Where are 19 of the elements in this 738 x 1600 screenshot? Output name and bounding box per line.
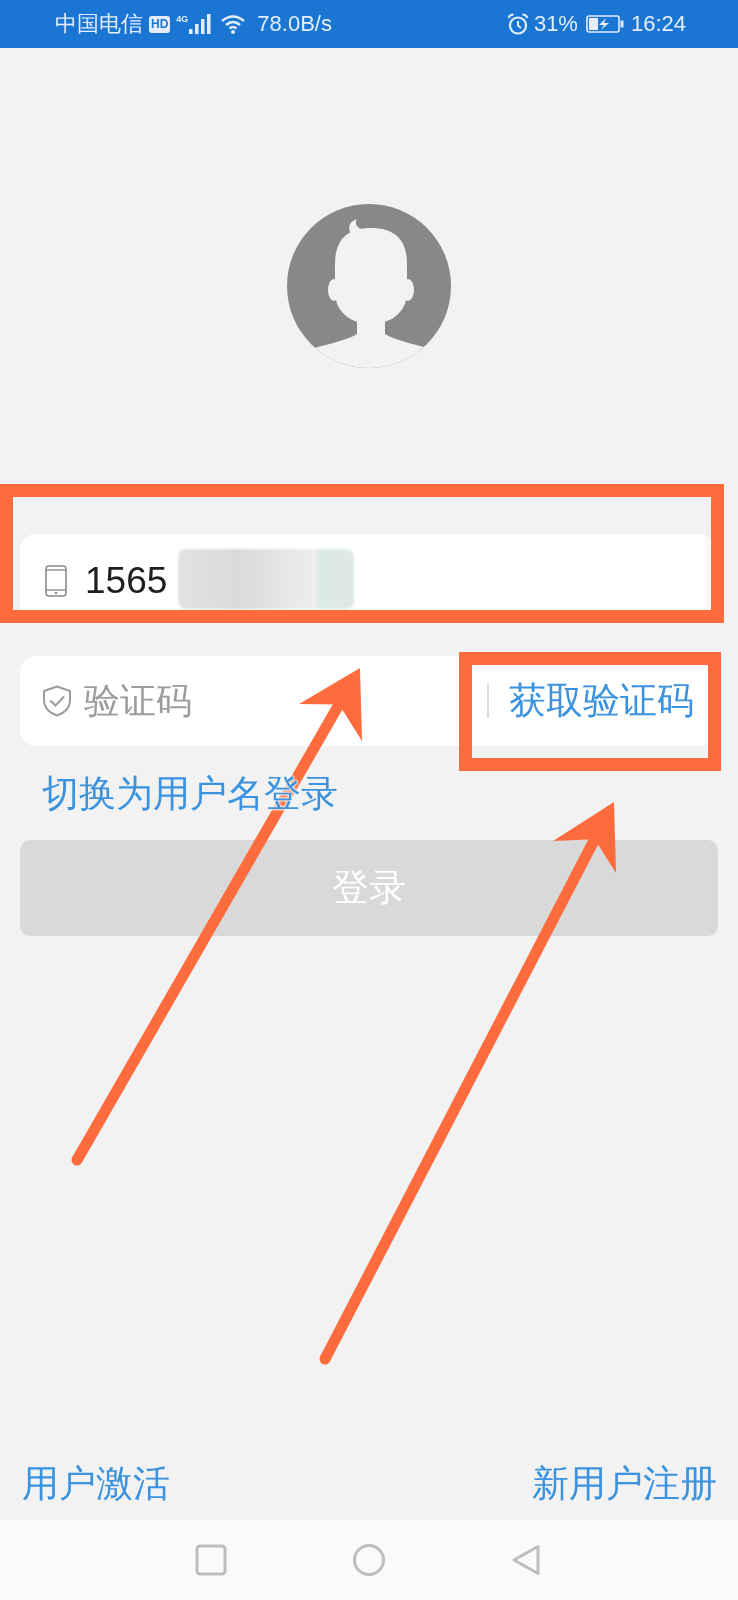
mobile-phone-icon xyxy=(45,565,67,597)
wifi-icon xyxy=(221,14,246,34)
square-icon[interactable] xyxy=(195,1544,227,1576)
signal-icon xyxy=(189,14,212,34)
activate-user-link[interactable]: 用户激活 xyxy=(22,1462,170,1506)
network-type-text: 4G xyxy=(176,14,189,24)
battery-charging-icon xyxy=(585,15,624,33)
verification-code-input[interactable]: 验证码 xyxy=(84,677,460,725)
network-speed-text: 78.0B/s xyxy=(257,11,332,37)
register-link[interactable]: 新用户注册 xyxy=(532,1462,717,1506)
alarm-clock-icon xyxy=(506,13,529,35)
back-icon[interactable] xyxy=(511,1544,543,1576)
circle-icon[interactable] xyxy=(353,1544,385,1576)
hd-badge: HD xyxy=(149,15,171,33)
shield-check-icon xyxy=(42,685,72,717)
battery-percent-text: 31% xyxy=(533,11,578,37)
clock-time-text: 16:24 xyxy=(630,11,686,37)
phone-number-input[interactable]: 1565 xyxy=(85,558,179,604)
carrier-text: 中国电信 xyxy=(55,11,143,37)
